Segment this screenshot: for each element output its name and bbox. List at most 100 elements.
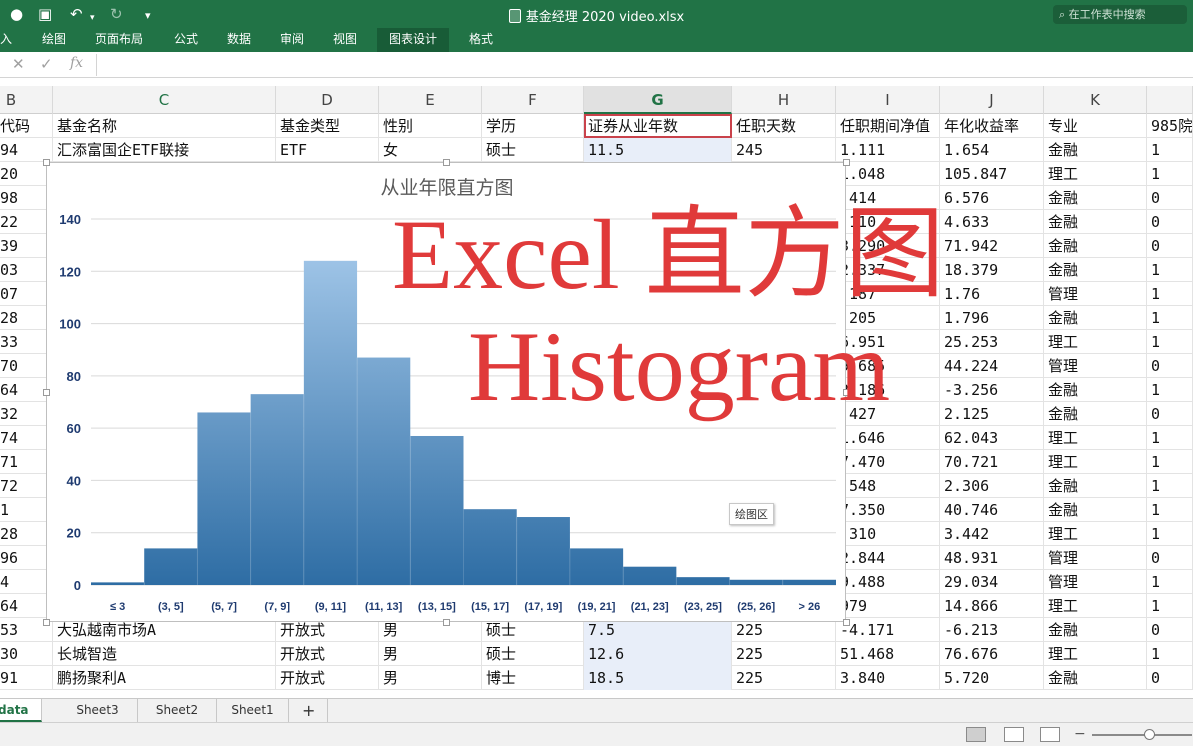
sheet-tab-sheet2[interactable]: Sheet2 [138, 699, 217, 722]
cell-major[interactable]: 金融 [1044, 258, 1147, 282]
sheet-tab-sheet3[interactable]: Sheet3 [58, 699, 138, 722]
cell-annual-return[interactable]: 76.676 [940, 642, 1044, 666]
cancel-edit-icon[interactable]: ✕ [12, 55, 25, 73]
cell-annual-return[interactable]: 18.379 [940, 258, 1044, 282]
cell-tenure-nav[interactable]: -4.171 [836, 618, 940, 642]
cell-education[interactable]: 硕士 [482, 642, 584, 666]
zoom-slider-thumb[interactable] [1144, 729, 1155, 740]
cell-major[interactable]: 管理 [1044, 282, 1147, 306]
col-header-d[interactable]: D [276, 86, 379, 114]
cell-annual-return[interactable]: 70.721 [940, 450, 1044, 474]
histogram-bar[interactable] [516, 517, 570, 585]
header-cell-education[interactable]: 学历 [482, 114, 584, 138]
cell-annual-return[interactable]: 4.633 [940, 210, 1044, 234]
cell-is-985[interactable]: 1 [1147, 138, 1193, 162]
histogram-bar[interactable] [250, 394, 304, 585]
cell-major[interactable]: 金融 [1044, 378, 1147, 402]
tab-chart-design[interactable]: 图表设计 [377, 28, 450, 52]
histogram-chart[interactable]: 从业年限直方图 0 20 40 60 80 100 120 140 ≤ 3 (3, 5] (5, 7… [43, 159, 850, 626]
tab-view[interactable]: 视图 [321, 28, 369, 52]
header-cell-is-985[interactable]: 985院 [1147, 114, 1193, 138]
cell-code[interactable]: 30 [0, 642, 53, 666]
cell-is-985[interactable]: 1 [1147, 450, 1193, 474]
tab-format[interactable]: 格式 [457, 28, 505, 52]
cell-major[interactable]: 金融 [1044, 402, 1147, 426]
cell-is-985[interactable]: 1 [1147, 642, 1193, 666]
tab-draw[interactable]: 绘图 [30, 28, 78, 52]
cell-major[interactable]: 理工 [1044, 450, 1147, 474]
cell-tenure-nav[interactable]: .205 [836, 306, 940, 330]
cell-major[interactable]: 金融 [1044, 498, 1147, 522]
cell-fund-name[interactable]: 鹏扬聚利A [53, 666, 276, 690]
col-header-f[interactable]: F [482, 86, 584, 114]
cell-is-985[interactable]: 1 [1147, 570, 1193, 594]
sheet-tab-data[interactable]: data [0, 699, 42, 722]
cell-tenure-nav[interactable]: 9.685 [836, 354, 940, 378]
header-cell-tenure-days[interactable]: 任职天数 [732, 114, 836, 138]
col-header-b[interactable]: B [0, 86, 53, 114]
cell-tenure-nav[interactable]: 1.048 [836, 162, 940, 186]
cell-major[interactable]: 管理 [1044, 354, 1147, 378]
cell-annual-return[interactable]: -6.213 [940, 618, 1044, 642]
histogram-bar[interactable] [623, 566, 677, 585]
cell-major[interactable]: 管理 [1044, 546, 1147, 570]
insert-function-icon[interactable]: fx [70, 55, 83, 71]
cell-annual-return[interactable]: 71.942 [940, 234, 1044, 258]
histogram-bar[interactable] [91, 582, 145, 585]
cell-tenure-nav[interactable]: .427 [836, 402, 940, 426]
sheet-search-input[interactable]: ⌕ 在工作表中搜索 [1053, 5, 1187, 24]
cell-annual-return[interactable]: 2.125 [940, 402, 1044, 426]
cell-annual-return[interactable]: 1.654 [940, 138, 1044, 162]
cell-annual-return[interactable]: 40.746 [940, 498, 1044, 522]
cell-tenure-nav[interactable]: 7.350 [836, 498, 940, 522]
page-layout-view-icon[interactable] [1004, 727, 1024, 742]
tab-review[interactable]: 审阅 [268, 28, 316, 52]
header-cell-fund-name[interactable]: 基金名称 [53, 114, 276, 138]
cell-is-985[interactable]: 1 [1147, 258, 1193, 282]
cell-gender[interactable]: 男 [379, 666, 482, 690]
cell-annual-return[interactable]: 5.720 [940, 666, 1044, 690]
cell-is-985[interactable]: 1 [1147, 306, 1193, 330]
cell-is-985[interactable]: 1 [1147, 282, 1193, 306]
cell-is-985[interactable]: 0 [1147, 666, 1193, 690]
cell-annual-return[interactable]: 25.253 [940, 330, 1044, 354]
col-header-g[interactable]: G [584, 86, 732, 114]
cell-tenure-days[interactable]: 225 [732, 666, 836, 690]
col-header-k[interactable]: K [1044, 86, 1147, 114]
cell-is-985[interactable]: 1 [1147, 162, 1193, 186]
header-cell-tenure-nav[interactable]: 任职期间净值 [836, 114, 940, 138]
cell-is-985[interactable]: 0 [1147, 210, 1193, 234]
histogram-bar[interactable] [144, 548, 198, 585]
cell-education[interactable]: 博士 [482, 666, 584, 690]
col-header-l[interactable] [1147, 86, 1193, 114]
cell-fund-type[interactable]: 开放式 [276, 642, 379, 666]
histogram-bar[interactable] [410, 435, 464, 585]
cell-major[interactable]: 金融 [1044, 138, 1147, 162]
histogram-bar[interactable] [729, 579, 783, 585]
cell-annual-return[interactable]: -3.256 [940, 378, 1044, 402]
cell-is-985[interactable]: 1 [1147, 378, 1193, 402]
cell-fund-type[interactable]: 开放式 [276, 666, 379, 690]
tab-page-layout[interactable]: 页面布局 [83, 28, 155, 52]
cell-annual-return[interactable]: 2.306 [940, 474, 1044, 498]
zoom-slider[interactable] [1092, 734, 1192, 736]
cell-tenure-nav[interactable]: 6.951 [836, 330, 940, 354]
normal-view-icon[interactable] [966, 727, 986, 742]
cell-is-985[interactable]: 1 [1147, 474, 1193, 498]
cell-tenure-nav[interactable]: 979 [836, 594, 940, 618]
cell-is-985[interactable]: 0 [1147, 402, 1193, 426]
cell-fund-name[interactable]: 汇添富国企ETF联接 [53, 138, 276, 162]
tab-formulas[interactable]: 公式 [162, 28, 210, 52]
cell-tenure-nav[interactable]: 51.468 [836, 642, 940, 666]
histogram-bar[interactable] [303, 260, 358, 585]
histogram-bar[interactable] [676, 577, 730, 585]
cell-major[interactable]: 理工 [1044, 594, 1147, 618]
tab-data[interactable]: 数据 [215, 28, 263, 52]
cell-major[interactable]: 金融 [1044, 474, 1147, 498]
cell-is-985[interactable]: 0 [1147, 546, 1193, 570]
cell-is-985[interactable]: 1 [1147, 594, 1193, 618]
cell-is-985[interactable]: 0 [1147, 618, 1193, 642]
cell-annual-return[interactable]: 1.796 [940, 306, 1044, 330]
header-cell-gender[interactable]: 性别 [379, 114, 482, 138]
cell-major[interactable]: 金融 [1044, 618, 1147, 642]
